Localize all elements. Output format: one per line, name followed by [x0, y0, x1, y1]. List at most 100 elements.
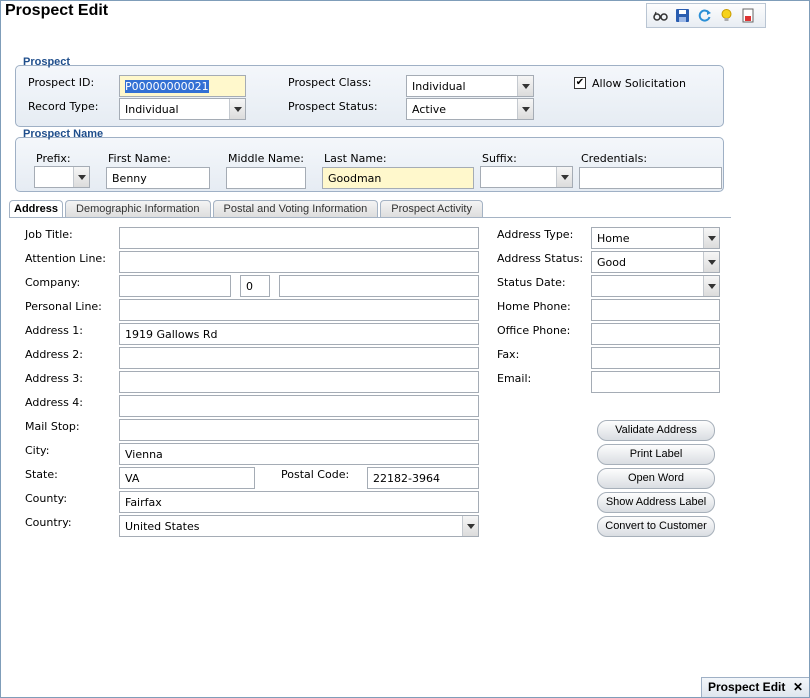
chevron-down-icon[interactable] — [703, 228, 719, 248]
address2-input[interactable] — [119, 347, 479, 369]
personal-line-label: Personal Line: — [25, 300, 102, 313]
email-input[interactable] — [591, 371, 720, 393]
address2-label: Address 2: — [25, 348, 84, 361]
county-input[interactable]: Fairfax — [119, 491, 479, 513]
company-label: Company: — [25, 276, 81, 289]
office-phone-input[interactable] — [591, 323, 720, 345]
country-select[interactable]: United States — [119, 515, 479, 537]
state-label: State: — [25, 468, 58, 481]
job-title-label: Job Title: — [25, 228, 73, 241]
tab-postal-and-voting-information[interactable]: Postal and Voting Information — [212, 200, 379, 218]
last-name-input[interactable]: Goodman — [322, 167, 474, 189]
chevron-down-icon[interactable] — [462, 516, 478, 536]
attention-line-input[interactable] — [119, 251, 479, 273]
close-icon[interactable]: ✕ — [793, 680, 803, 694]
first-name-input[interactable]: Benny — [106, 167, 210, 189]
toolbar — [646, 3, 766, 28]
state-input[interactable]: VA — [119, 467, 255, 489]
address-type-label: Address Type: — [497, 228, 574, 241]
postal-code-input[interactable]: 22182-3964 — [367, 467, 479, 489]
country-value: United States — [125, 520, 200, 533]
prospect-edit-window: Prospect Edit Prospect Prospect ID: P000… — [0, 0, 810, 698]
lightbulb-icon[interactable] — [719, 8, 734, 23]
show-address-label-button[interactable]: Show Address Label — [597, 492, 715, 513]
city-input[interactable]: Vienna — [119, 443, 479, 465]
fax-input[interactable] — [591, 347, 720, 369]
company-name-extra-input[interactable] — [279, 275, 479, 297]
prefix-label: Prefix: — [36, 152, 71, 165]
record-type-label: Record Type: — [28, 100, 99, 113]
prospect-class-value: Individual — [412, 80, 466, 93]
prospect-name-group-title: Prospect Name — [23, 128, 104, 140]
chevron-down-icon[interactable] — [73, 167, 89, 187]
prospect-class-select[interactable]: Individual — [406, 75, 534, 97]
address-type-value: Home — [597, 232, 630, 245]
chevron-down-icon[interactable] — [229, 99, 245, 119]
chevron-down-icon[interactable] — [556, 167, 572, 187]
job-title-input[interactable] — [119, 227, 479, 249]
country-label: Country: — [25, 516, 72, 529]
address1-label: Address 1: — [25, 324, 84, 337]
mail-stop-input[interactable] — [119, 419, 479, 441]
mail-stop-label: Mail Stop: — [25, 420, 80, 433]
fax-label: Fax: — [497, 348, 520, 361]
tab-demographic-information[interactable]: Demographic Information — [65, 200, 211, 218]
tab-prospect-activity[interactable]: Prospect Activity — [380, 200, 483, 218]
bottom-window-tab[interactable]: Prospect Edit ✕ — [701, 677, 809, 697]
status-date-label: Status Date: — [497, 276, 566, 289]
glasses-icon[interactable] — [653, 8, 668, 23]
company-input[interactable] — [119, 275, 231, 297]
address4-input[interactable] — [119, 395, 479, 417]
address-status-value: Good — [597, 256, 626, 269]
prospect-group-title: Prospect — [23, 56, 71, 68]
prospect-id-label: Prospect ID: — [28, 76, 95, 89]
print-label-button[interactable]: Print Label — [597, 444, 715, 465]
home-phone-label: Home Phone: — [497, 300, 571, 313]
postal-code-label: Postal Code: — [281, 468, 350, 481]
prospect-id-value: P00000000021 — [125, 80, 209, 93]
report-icon[interactable] — [741, 8, 756, 23]
tab-divider — [9, 217, 731, 218]
middle-name-label: Middle Name: — [228, 152, 304, 165]
chevron-down-icon[interactable] — [703, 276, 719, 296]
bottom-tab-label: Prospect Edit — [708, 680, 786, 694]
address-status-select[interactable]: Good — [591, 251, 720, 273]
prospect-status-label: Prospect Status: — [288, 100, 378, 113]
tab-bar: Address Demographic Information Postal a… — [9, 200, 485, 218]
county-label: County: — [25, 492, 68, 505]
office-phone-label: Office Phone: — [497, 324, 571, 337]
chevron-down-icon[interactable] — [517, 99, 533, 119]
page-title: Prospect Edit — [5, 2, 109, 19]
home-phone-input[interactable] — [591, 299, 720, 321]
chevron-down-icon[interactable] — [517, 76, 533, 96]
record-type-select[interactable]: Individual — [119, 98, 246, 120]
prefix-select[interactable] — [34, 166, 90, 188]
address1-input[interactable]: 1919 Gallows Rd — [119, 323, 479, 345]
attention-line-label: Attention Line: — [25, 252, 106, 265]
prospect-status-select[interactable]: Active — [406, 98, 534, 120]
status-date-picker[interactable] — [591, 275, 720, 297]
address3-input[interactable] — [119, 371, 479, 393]
chevron-down-icon[interactable] — [703, 252, 719, 272]
validate-address-button[interactable]: Validate Address — [597, 420, 715, 441]
first-name-label: First Name: — [108, 152, 171, 165]
company-number-input[interactable]: 0 — [240, 275, 270, 297]
prospect-class-label: Prospect Class: — [288, 76, 372, 89]
address3-label: Address 3: — [25, 372, 84, 385]
credentials-label: Credentials: — [581, 152, 648, 165]
save-icon[interactable] — [675, 8, 690, 23]
refresh-icon[interactable] — [697, 8, 712, 23]
prospect-id-input[interactable]: P00000000021 — [119, 75, 246, 97]
allow-solicitation-checkbox[interactable]: ✔ — [574, 77, 586, 89]
convert-to-customer-button[interactable]: Convert to Customer — [597, 516, 715, 537]
tab-address[interactable]: Address — [9, 200, 64, 218]
prospect-status-value: Active — [412, 103, 447, 116]
address-type-select[interactable]: Home — [591, 227, 720, 249]
suffix-select[interactable] — [480, 166, 573, 188]
middle-name-input[interactable] — [226, 167, 306, 189]
open-word-button[interactable]: Open Word — [597, 468, 715, 489]
last-name-label: Last Name: — [324, 152, 387, 165]
email-label: Email: — [497, 372, 532, 385]
credentials-input[interactable] — [579, 167, 722, 189]
personal-line-input[interactable] — [119, 299, 479, 321]
